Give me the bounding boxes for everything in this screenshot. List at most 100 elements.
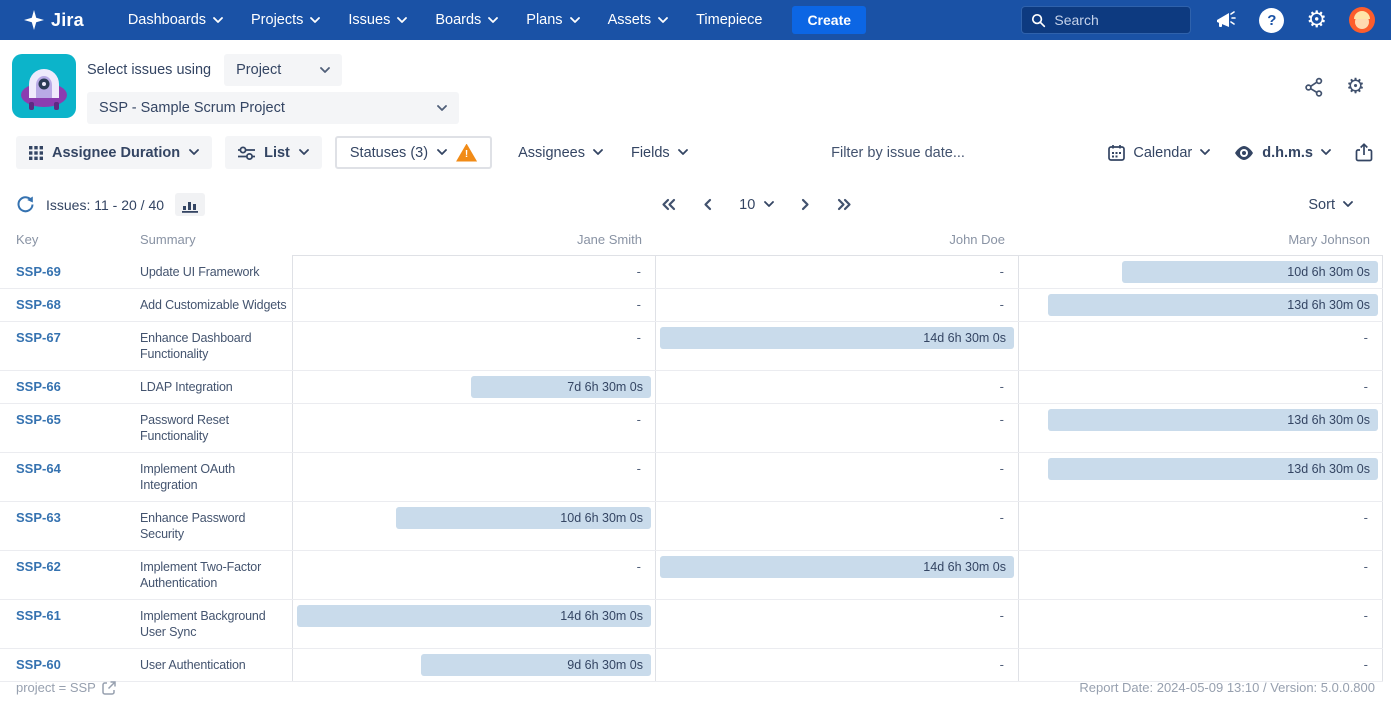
duration-cell: - xyxy=(292,551,655,599)
help-icon[interactable]: ? xyxy=(1259,8,1284,33)
no-value-dash: - xyxy=(660,294,1014,316)
nav-menu-item-dashboards[interactable]: Dashboards xyxy=(114,12,237,28)
duration-bar: 13d 6h 30m 0s xyxy=(1048,294,1378,316)
table-header-row: KeySummaryJane SmithJohn DoeMary Johnson xyxy=(0,228,1383,256)
issue-summary: Add Customizable Widgets xyxy=(140,289,292,321)
nav-menu-item-boards[interactable]: Boards xyxy=(421,12,512,28)
no-value-dash: - xyxy=(297,409,651,431)
assignees-filter-button[interactable]: Assignees xyxy=(518,145,603,161)
last-page-button[interactable] xyxy=(837,198,852,211)
issue-key-cell: SSP-68 xyxy=(0,289,140,321)
duration-cell: - xyxy=(655,502,1018,550)
nav-menu-item-timepiece[interactable]: Timepiece xyxy=(682,12,776,28)
duration-cell: 7d 6h 30m 0s xyxy=(292,371,655,403)
issues-count: Issues: 11 - 20 / 40 xyxy=(46,197,164,213)
nav-menu-item-issues[interactable]: Issues xyxy=(334,12,421,28)
user-avatar[interactable] xyxy=(1349,7,1375,33)
nav-right-cluster: ? ⚙ xyxy=(1021,6,1375,34)
nav-menu-item-label: Assets xyxy=(608,12,652,28)
global-search[interactable] xyxy=(1021,6,1191,34)
duration-format-button[interactable]: d.h.m.s xyxy=(1234,145,1331,161)
project-select-value: SSP - Sample Scrum Project xyxy=(99,100,285,116)
nav-menu-item-label: Dashboards xyxy=(128,12,206,28)
calendar-select-button[interactable]: Calendar xyxy=(1108,144,1210,161)
report-toolbar: Assignee Duration List Statuses (3) ! As… xyxy=(0,134,1391,181)
nav-menu-item-assets[interactable]: Assets xyxy=(594,12,683,28)
chevron-down-icon xyxy=(397,17,407,24)
share-icon[interactable] xyxy=(1304,77,1324,97)
duration-cell: 13d 6h 30m 0s xyxy=(1018,453,1383,501)
pagination-bar: Issues: 11 - 20 / 40 10 Sort xyxy=(0,181,1391,226)
issue-key-link[interactable]: SSP-67 xyxy=(16,330,61,345)
no-value-dash: - xyxy=(1023,507,1378,529)
no-value-dash: - xyxy=(660,376,1014,398)
grid-icon xyxy=(29,146,43,160)
issue-key-link[interactable]: SSP-68 xyxy=(16,297,61,312)
duration-bar: 14d 6h 30m 0s xyxy=(660,327,1014,349)
no-value-dash: - xyxy=(1023,376,1378,398)
issue-key-link[interactable]: SSP-61 xyxy=(16,608,61,623)
duration-cell: 13d 6h 30m 0s xyxy=(1018,404,1383,452)
external-link-icon[interactable] xyxy=(102,681,116,695)
issue-summary: LDAP Integration xyxy=(140,371,292,403)
page-size-select[interactable]: 10 xyxy=(739,197,774,213)
no-value-dash: - xyxy=(1023,327,1378,349)
issue-key-link[interactable]: SSP-60 xyxy=(16,657,61,672)
issue-source-controls: Select issues using Project SSP - Sample… xyxy=(87,54,459,124)
duration-cell: - xyxy=(655,289,1018,321)
duration-cell: - xyxy=(292,256,655,288)
table-row: SSP-63 Enhance Password Security 10d 6h … xyxy=(0,502,1383,551)
create-button[interactable]: Create xyxy=(792,6,866,34)
next-page-button[interactable] xyxy=(801,198,810,211)
search-input[interactable] xyxy=(1054,12,1181,28)
first-page-button[interactable] xyxy=(661,198,676,211)
issue-key-link[interactable]: SSP-65 xyxy=(16,412,61,427)
sort-button[interactable]: Sort xyxy=(1308,197,1353,213)
fields-filter-button[interactable]: Fields xyxy=(631,145,688,161)
issue-summary: Implement Two-Factor Authentication xyxy=(140,551,292,599)
jira-logo[interactable]: Jira xyxy=(24,10,84,31)
table-row: SSP-67 Enhance Dashboard Functionality -… xyxy=(0,322,1383,371)
issue-key-link[interactable]: SSP-66 xyxy=(16,379,61,394)
duration-cell: - xyxy=(655,404,1018,452)
previous-page-button[interactable] xyxy=(703,198,712,211)
duration-cell: 14d 6h 30m 0s xyxy=(655,551,1018,599)
nav-menu-item-projects[interactable]: Projects xyxy=(237,12,334,28)
issue-key-link[interactable]: SSP-69 xyxy=(16,264,61,279)
issue-summary: Enhance Password Security xyxy=(140,502,292,550)
column-header-jane-smith: Jane Smith xyxy=(292,228,655,256)
settings-gear-icon[interactable]: ⚙ xyxy=(1306,9,1327,32)
table-row: SSP-68 Add Customizable Widgets -- 13d 6h… xyxy=(0,289,1383,322)
export-icon[interactable] xyxy=(1355,143,1373,162)
select-issues-label: Select issues using xyxy=(87,62,211,78)
statuses-filter-button[interactable]: Statuses (3) ! xyxy=(335,136,492,169)
issue-source-mode-select[interactable]: Project xyxy=(224,54,342,86)
project-select[interactable]: SSP - Sample Scrum Project xyxy=(87,92,459,124)
duration-bar: 7d 6h 30m 0s xyxy=(471,376,651,398)
duration-cell: 13d 6h 30m 0s xyxy=(1018,289,1383,321)
duration-cell: - xyxy=(292,289,655,321)
column-header-john-doe: John Doe xyxy=(655,228,1018,256)
duration-bar: 13d 6h 30m 0s xyxy=(1048,458,1378,480)
issue-key-link[interactable]: SSP-62 xyxy=(16,559,61,574)
duration-cell: 14d 6h 30m 0s xyxy=(292,600,655,648)
issue-summary: Password Reset Functionality xyxy=(140,404,292,452)
duration-cell: - xyxy=(655,600,1018,648)
report-type-button[interactable]: Assignee Duration xyxy=(16,136,212,169)
warning-icon: ! xyxy=(456,144,477,162)
duration-bar: 10d 6h 30m 0s xyxy=(396,507,651,529)
announcements-icon[interactable] xyxy=(1213,8,1237,32)
timepiece-app-icon xyxy=(12,54,76,118)
chart-view-toggle[interactable] xyxy=(175,193,205,216)
gadget-settings-icon[interactable]: ⚙ xyxy=(1346,76,1365,97)
table-body: SSP-69 Update UI Framework --10d 6h 30m … xyxy=(0,256,1383,682)
view-mode-button[interactable]: List xyxy=(225,136,322,169)
nav-menu-item-plans[interactable]: Plans xyxy=(512,12,593,28)
duration-cell: - xyxy=(655,453,1018,501)
issue-key-link[interactable]: SSP-64 xyxy=(16,461,61,476)
issue-key-link[interactable]: SSP-63 xyxy=(16,510,61,525)
no-value-dash: - xyxy=(660,409,1014,431)
assignees-filter-label: Assignees xyxy=(518,145,585,161)
refresh-icon[interactable] xyxy=(16,195,35,214)
issue-date-filter-input[interactable] xyxy=(688,145,1109,161)
